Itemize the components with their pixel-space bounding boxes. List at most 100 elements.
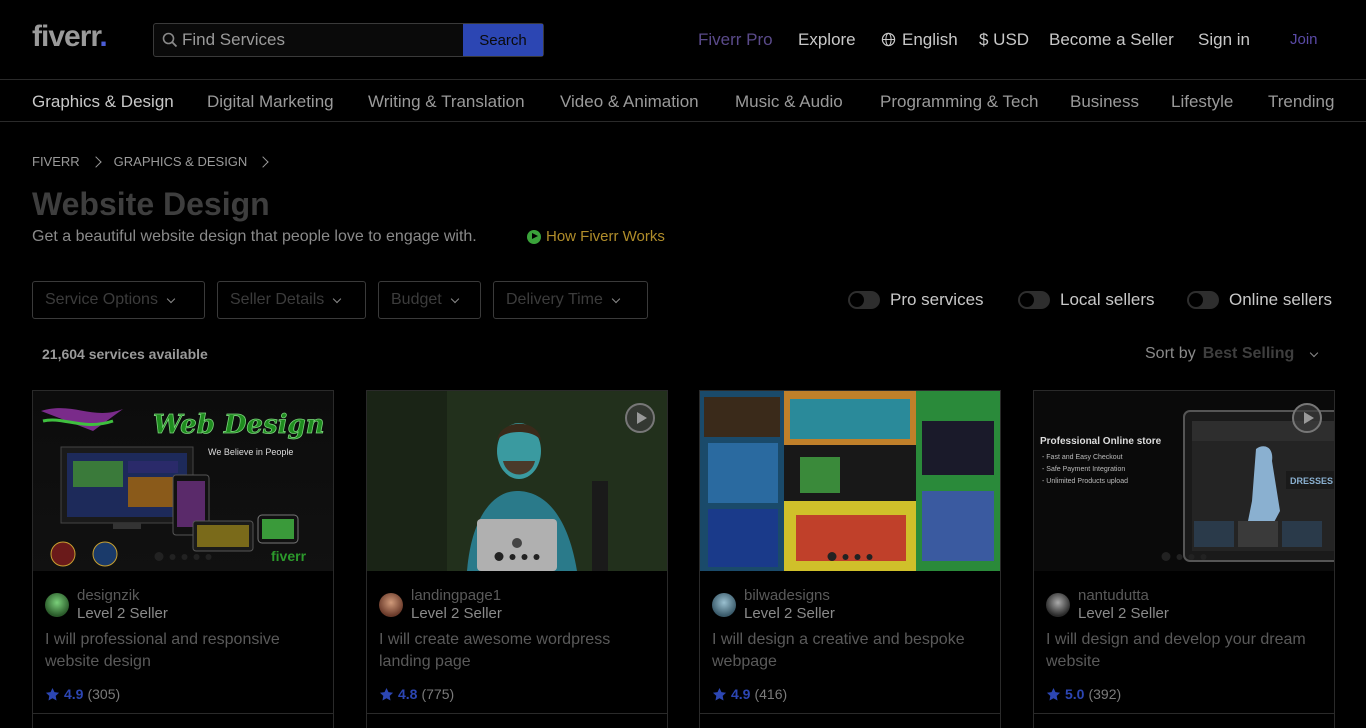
how-fiverr-works-label: How Fiverr Works bbox=[546, 228, 665, 245]
page-subtitle: Get a beautiful website design that peop… bbox=[32, 228, 477, 245]
gig-thumbnail[interactable] bbox=[367, 391, 667, 571]
nav-language-label: English bbox=[902, 30, 958, 49]
toggle-switch[interactable] bbox=[1187, 291, 1219, 309]
carousel-dots[interactable] bbox=[1161, 552, 1207, 561]
category-trending[interactable]: Trending bbox=[1268, 92, 1334, 112]
nav-language[interactable]: English bbox=[881, 30, 958, 50]
avatar[interactable] bbox=[379, 593, 403, 617]
svg-text:Web Design: Web Design bbox=[153, 410, 325, 440]
sort-value: Best Selling bbox=[1202, 345, 1295, 362]
toggle-local-sellers[interactable]: Local sellers bbox=[1018, 290, 1155, 310]
seller-info: landingpage1 Level 2 Seller bbox=[379, 587, 502, 623]
gig-card[interactable]: landingpage1 Level 2 Seller I will creat… bbox=[366, 390, 668, 728]
star-icon bbox=[712, 687, 727, 700]
fiverr-logo[interactable]: fiverr. bbox=[32, 20, 108, 54]
filter-delivery-time[interactable]: Delivery Time bbox=[493, 281, 648, 319]
seller-name[interactable]: bilwadesigns bbox=[744, 587, 835, 605]
toggle-pro-services[interactable]: Pro services bbox=[848, 290, 984, 310]
nav-currency[interactable]: $ USD bbox=[979, 30, 1029, 50]
filter-label: Seller Details bbox=[230, 291, 325, 308]
gig-card[interactable]: bilwadesigns Level 2 Seller I will desig… bbox=[699, 390, 1001, 728]
gig-thumbnail[interactable]: Professional Online store - Fast and Eas… bbox=[1034, 391, 1334, 571]
seller-name[interactable]: designzik bbox=[77, 587, 168, 605]
toggle-switch[interactable] bbox=[848, 291, 880, 309]
gig-thumbnail[interactable]: Web Design We Believe in People fiverr bbox=[33, 391, 333, 571]
star-icon bbox=[45, 687, 60, 700]
gig-title[interactable]: I will professional and responsive websi… bbox=[45, 629, 325, 673]
category-business[interactable]: Business bbox=[1070, 92, 1139, 112]
avatar[interactable] bbox=[45, 593, 69, 617]
svg-text:DRESSES: DRESSES bbox=[1290, 476, 1333, 486]
svg-text:Professional Online store: Professional Online store bbox=[1040, 436, 1162, 447]
category-video-animation[interactable]: Video & Animation bbox=[560, 92, 699, 112]
gig-image bbox=[367, 391, 667, 571]
filter-label: Service Options bbox=[45, 291, 158, 308]
avatar[interactable] bbox=[712, 593, 736, 617]
carousel-dots[interactable] bbox=[154, 552, 212, 561]
seller-name[interactable]: landingpage1 bbox=[411, 587, 502, 605]
breadcrumb: FIVERR GRAPHICS & DESIGN bbox=[32, 154, 273, 169]
rating-count: (392) bbox=[1088, 686, 1122, 702]
sort-label: Sort by bbox=[1145, 345, 1196, 362]
chevron-right-icon bbox=[257, 155, 269, 168]
category-music-audio[interactable]: Music & Audio bbox=[735, 92, 843, 112]
rating-score: 4.9 bbox=[731, 686, 751, 702]
rating-score: 5.0 bbox=[1065, 686, 1085, 702]
category-programming-tech[interactable]: Programming & Tech bbox=[880, 92, 1038, 112]
play-video-icon[interactable] bbox=[1292, 403, 1322, 433]
carousel-dots[interactable] bbox=[827, 552, 873, 561]
gig-title[interactable]: I will design and develop your dream web… bbox=[1046, 629, 1326, 673]
search-button[interactable]: Search bbox=[463, 24, 543, 56]
play-video-icon[interactable] bbox=[625, 403, 655, 433]
seller-name[interactable]: nantudutta bbox=[1078, 587, 1169, 605]
sort-dropdown[interactable]: Sort by Best Selling bbox=[1145, 345, 1319, 363]
nav-become-seller[interactable]: Become a Seller bbox=[1049, 30, 1174, 50]
breadcrumb-graphics-design[interactable]: GRAPHICS & DESIGN bbox=[114, 154, 248, 169]
category-bar: Graphics & Design Digital Marketing Writ… bbox=[0, 81, 1366, 122]
filter-service-options[interactable]: Service Options bbox=[32, 281, 205, 319]
svg-text:We Believe in People: We Believe in People bbox=[208, 447, 293, 457]
gig-thumbnail[interactable] bbox=[700, 391, 1000, 571]
toggle-switch[interactable] bbox=[1018, 291, 1050, 309]
svg-text:- Unlimited Products upload: - Unlimited Products upload bbox=[1042, 478, 1128, 485]
breadcrumb-fiverr[interactable]: FIVERR bbox=[32, 154, 80, 169]
gig-image bbox=[700, 391, 1000, 571]
rating-count: (305) bbox=[87, 686, 121, 702]
category-writing-translation[interactable]: Writing & Translation bbox=[368, 92, 525, 112]
gig-card[interactable]: Professional Online store - Fast and Eas… bbox=[1033, 390, 1335, 728]
search-icon bbox=[162, 32, 178, 48]
card-footer-divider bbox=[1034, 713, 1334, 714]
carousel-dots[interactable] bbox=[494, 552, 540, 561]
card-footer-divider bbox=[33, 713, 333, 714]
gig-card[interactable]: Web Design We Believe in People fiverr d… bbox=[32, 390, 334, 728]
category-graphics-design[interactable]: Graphics & Design bbox=[32, 92, 174, 112]
toggle-label: Pro services bbox=[890, 290, 984, 309]
search-input[interactable] bbox=[154, 24, 463, 56]
category-digital-marketing[interactable]: Digital Marketing bbox=[207, 92, 334, 112]
gig-title[interactable]: I will create awesome wordpress landing … bbox=[379, 629, 659, 673]
nav-fiverr-pro[interactable]: Fiverr Pro bbox=[698, 30, 773, 50]
nav-explore[interactable]: Explore bbox=[798, 30, 856, 50]
card-footer-divider bbox=[700, 713, 1000, 714]
svg-text:- Safe Payment Integration: - Safe Payment Integration bbox=[1042, 466, 1125, 473]
toggle-label: Online sellers bbox=[1229, 290, 1332, 309]
svg-text:- Fast and Easy Checkout: - Fast and Easy Checkout bbox=[1042, 454, 1123, 461]
seller-level: Level 2 Seller bbox=[1078, 605, 1169, 622]
nav-join[interactable]: Join bbox=[1290, 31, 1318, 48]
gig-rating: 5.0 (392) bbox=[1046, 686, 1121, 702]
avatar[interactable] bbox=[1046, 593, 1070, 617]
gig-title[interactable]: I will design a creative and bespoke web… bbox=[712, 629, 992, 673]
chevron-down-icon bbox=[1310, 348, 1319, 357]
chevron-down-icon bbox=[611, 294, 621, 303]
nav-sign-in[interactable]: Sign in bbox=[1198, 30, 1250, 50]
how-fiverr-works-link[interactable]: How Fiverr Works bbox=[527, 228, 665, 245]
page-title: Website Design bbox=[32, 186, 270, 222]
toggle-online-sellers[interactable]: Online sellers bbox=[1187, 290, 1332, 310]
category-lifestyle[interactable]: Lifestyle bbox=[1171, 92, 1233, 112]
rating-score: 4.8 bbox=[398, 686, 418, 702]
filter-budget[interactable]: Budget bbox=[378, 281, 481, 319]
seller-level: Level 2 Seller bbox=[77, 605, 168, 622]
filter-seller-details[interactable]: Seller Details bbox=[217, 281, 366, 319]
filter-label: Budget bbox=[391, 291, 442, 308]
toggle-label: Local sellers bbox=[1060, 290, 1155, 309]
